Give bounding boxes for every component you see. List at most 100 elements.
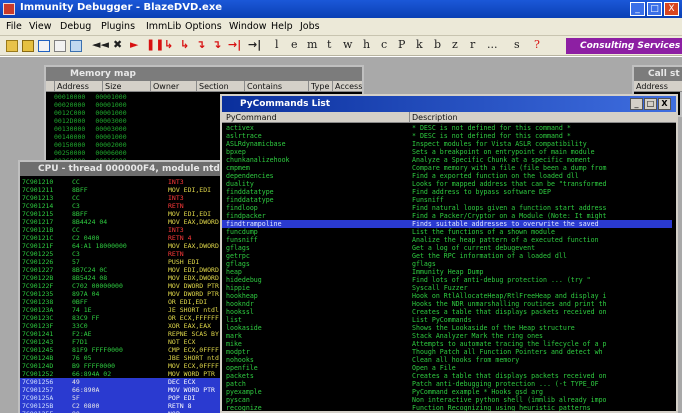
executable-modules-button[interactable]: e — [291, 38, 298, 51]
maximize-button[interactable]: □ — [647, 2, 662, 16]
pycommands-maximize-button[interactable]: □ — [644, 98, 657, 110]
list-icon[interactable] — [38, 40, 50, 52]
cpu-window[interactable]: CPU - thread 000000F4, module ntd 7C9012… — [18, 160, 234, 413]
cpu-instruction-row[interactable]: 7C901227 8B7C24 0C MOV EDI,DWORD — [20, 266, 232, 274]
cpu-instruction-row[interactable]: 7C901217 8B4424 04 MOV EAX,DWORD — [20, 218, 232, 226]
pycommand-row[interactable]: hippie Syscall Fuzzer — [222, 284, 672, 292]
cpu-instruction-row[interactable]: 7C901241 F2:AE REPNE SCAS BY — [20, 330, 232, 338]
menu-options[interactable]: Options — [185, 21, 222, 32]
cpu-instruction-row[interactable]: 7C901257 66:890A MOV WORD PTR — [20, 386, 232, 394]
menu-help[interactable]: Help — [271, 21, 293, 32]
threads-button[interactable]: t — [327, 38, 331, 51]
pycommand-row[interactable]: list List PyCommands — [222, 316, 672, 324]
step-over-icon[interactable]: ↳ — [180, 38, 189, 52]
pycommands-window[interactable]: PyCommands List _ □ X PyCommand Descript… — [220, 94, 678, 413]
pycommand-row[interactable]: gflags Get a log of current debugevent — [222, 244, 672, 252]
grid-icon[interactable] — [54, 40, 66, 52]
cpu-instruction-row[interactable]: 7C90123C 83C9 FF OR ECX,FFFFFF — [20, 314, 232, 322]
pycommand-row[interactable]: getrpc Get the RPC information of a loade… — [222, 252, 672, 260]
pycommand-row[interactable]: dependencies Find a exported function on … — [222, 172, 672, 180]
cpu-instruction-row[interactable]: 7C90123F 33C0 XOR EAX,EAX — [20, 322, 232, 330]
pycommand-row[interactable]: mike Attempts to automate tracing the lif… — [222, 340, 672, 348]
run-icon[interactable]: ► — [130, 38, 138, 52]
pycommand-row[interactable]: chunkanalizehook Analyze a Specific Chunk… — [222, 156, 672, 164]
pycommand-row[interactable]: recognize Function Recognizing using heur… — [222, 404, 672, 411]
pycommand-row[interactable]: hookheap Hook on RtlAllocateHeap/RtlFreeH… — [222, 292, 672, 300]
pycommand-row[interactable]: ASLRdynamicbase Inspect modules for Vista… — [222, 140, 672, 148]
breakpoints-button[interactable]: b — [434, 38, 441, 51]
pycommand-row[interactable]: modptr Though Patch all Function Pointers… — [222, 348, 672, 356]
pycommand-row[interactable]: findloop Find natural loops given a funct… — [222, 204, 672, 212]
cpu-instruction-row[interactable]: 7C901225 C3 RETN — [20, 250, 232, 258]
step-into-icon[interactable]: ↳ — [164, 38, 173, 52]
cpu-instruction-row[interactable]: 7C901213 CC INT3 — [20, 194, 232, 202]
close-debuggee-icon[interactable]: ✖ — [113, 38, 122, 52]
col-pycommand[interactable]: PyCommand — [222, 112, 277, 122]
menu-immlib[interactable]: ImmLib — [146, 21, 181, 32]
pycommand-row[interactable]: gflags gflags — [222, 260, 672, 268]
cpu-instruction-row[interactable]: 7C90124B 76 05 JBE SHORT ntd — [20, 354, 232, 362]
minimize-button[interactable]: _ — [630, 2, 645, 16]
pycommand-row[interactable]: packets Creates a table that displays pac… — [222, 372, 672, 380]
cpu-instruction-row[interactable]: 7C901214 C3 RETN — [20, 202, 232, 210]
pycommand-row[interactable]: finddatatype Find address to bypass softw… — [222, 188, 672, 196]
cpu-instruction-row[interactable]: 7C90121F 64:A1 18000000 MOV EAX,DWORD — [20, 242, 232, 250]
menu-debug[interactable]: Debug — [60, 21, 91, 32]
open-folder-icon[interactable] — [6, 40, 18, 52]
log-window-button[interactable]: l — [275, 38, 279, 51]
col-access[interactable]: Access — [332, 81, 362, 91]
help-button[interactable]: ? — [534, 38, 540, 51]
cpu-instruction-row[interactable]: 7C90122B 8B5424 08 MOV EDX,DWORD — [20, 274, 232, 282]
cpu-button[interactable]: c — [381, 38, 387, 51]
cpu-instruction-row[interactable]: 7C90122F C702 00000000 MOV DWORD PTR — [20, 282, 232, 290]
cpu-instruction-row[interactable]: 7C901245 81F9 FFFF0000 CMP ECX,0FFFF — [20, 346, 232, 354]
pycommands-minimize-button[interactable]: _ — [630, 98, 643, 110]
close-button[interactable]: X — [664, 2, 679, 16]
menu-file[interactable]: File — [6, 21, 22, 32]
cpu-instruction-row[interactable]: 7C90124D B9 FFFF0000 MOV ECX,0FFFF — [20, 362, 232, 370]
cpu-instruction-row[interactable]: 7C901243 F7D1 NOT ECX — [20, 338, 232, 346]
col-address[interactable]: Address — [54, 81, 89, 91]
pycommand-row[interactable]: hookndr Hooks the NDR unmarshalling routi… — [222, 300, 672, 308]
cpu-instruction-row[interactable]: 7C901211 8BFF MOV EDI,EDI — [20, 186, 232, 194]
pycommands-list[interactable]: activex * DESC is not defined for this co… — [222, 124, 676, 411]
pycommand-row[interactable]: funcdump List the functions of a shown mo… — [222, 228, 672, 236]
cpu-instruction-row[interactable]: 7C90125A 5F POP EDI — [20, 394, 232, 402]
menu-jobs[interactable]: Jobs — [300, 21, 320, 32]
pycommand-row[interactable]: activex * DESC is not defined for this co… — [222, 124, 672, 132]
consulting-banner[interactable]: Consulting Services Ma — [566, 38, 682, 54]
col-section[interactable]: Section — [196, 81, 229, 91]
pycommand-row[interactable]: openfile Open a File — [222, 364, 672, 372]
trace-over-icon[interactable]: ↴ — [212, 38, 221, 52]
pycommand-row[interactable]: heap Immunity Heap Dump — [222, 268, 672, 276]
pycommand-row[interactable]: duality Looks for mapped address that can… — [222, 180, 672, 188]
execute-till-return-icon[interactable]: →| — [228, 38, 241, 52]
pycommand-row[interactable]: pyscan Non interactive python shell (imml… — [222, 396, 672, 404]
cpu-instruction-row[interactable]: 7C901215 8BFF MOV EDI,EDI — [20, 210, 232, 218]
cpu-instruction-row[interactable]: 7C901252 66:894A 02 MOV WORD PTR — [20, 370, 232, 378]
menu-window[interactable]: Window — [229, 21, 266, 32]
col-description[interactable]: Description — [409, 112, 458, 122]
windows-button[interactable]: w — [343, 38, 352, 51]
pause-icon[interactable]: ❚❚ — [146, 38, 164, 52]
z-button[interactable]: z — [452, 38, 458, 51]
menu-plugins[interactable]: Plugins — [101, 21, 135, 32]
cpu-instruction-row[interactable]: 7C90121B CC INT3 — [20, 226, 232, 234]
window-icon[interactable] — [70, 40, 82, 52]
open-file-icon[interactable] — [22, 40, 34, 52]
menu-view[interactable]: View — [29, 21, 52, 32]
cpu-instruction-row[interactable]: 7C901256 49 DEC ECX — [20, 378, 232, 386]
call-stack-button[interactable]: k — [416, 38, 423, 51]
pycommand-row[interactable]: hidedebug Find lots of anti-debug protect… — [222, 276, 672, 284]
s-button[interactable]: s — [514, 38, 520, 51]
run-trace-button[interactable]: r — [470, 38, 475, 51]
col-size[interactable]: Size — [102, 81, 121, 91]
pycommand-row[interactable]: finddatatype Funsniff — [222, 196, 672, 204]
pycommand-row[interactable]: findpacker Find a Packer/Cryptor on a Mod… — [222, 212, 672, 220]
source-button[interactable]: ... — [487, 38, 498, 51]
pycommand-row[interactable]: hookssl Creates a table that displays pac… — [222, 308, 672, 316]
cpu-instruction-row[interactable]: 7C90123A 74 1E JE SHORT ntdl — [20, 306, 232, 314]
pycommand-row[interactable]: aslrtrace * DESC is not defined for this … — [222, 132, 672, 140]
pycommand-row[interactable]: pyexample PyCommand example * Hooks gsd a… — [222, 388, 672, 396]
col-contains[interactable]: Contains — [244, 81, 282, 91]
